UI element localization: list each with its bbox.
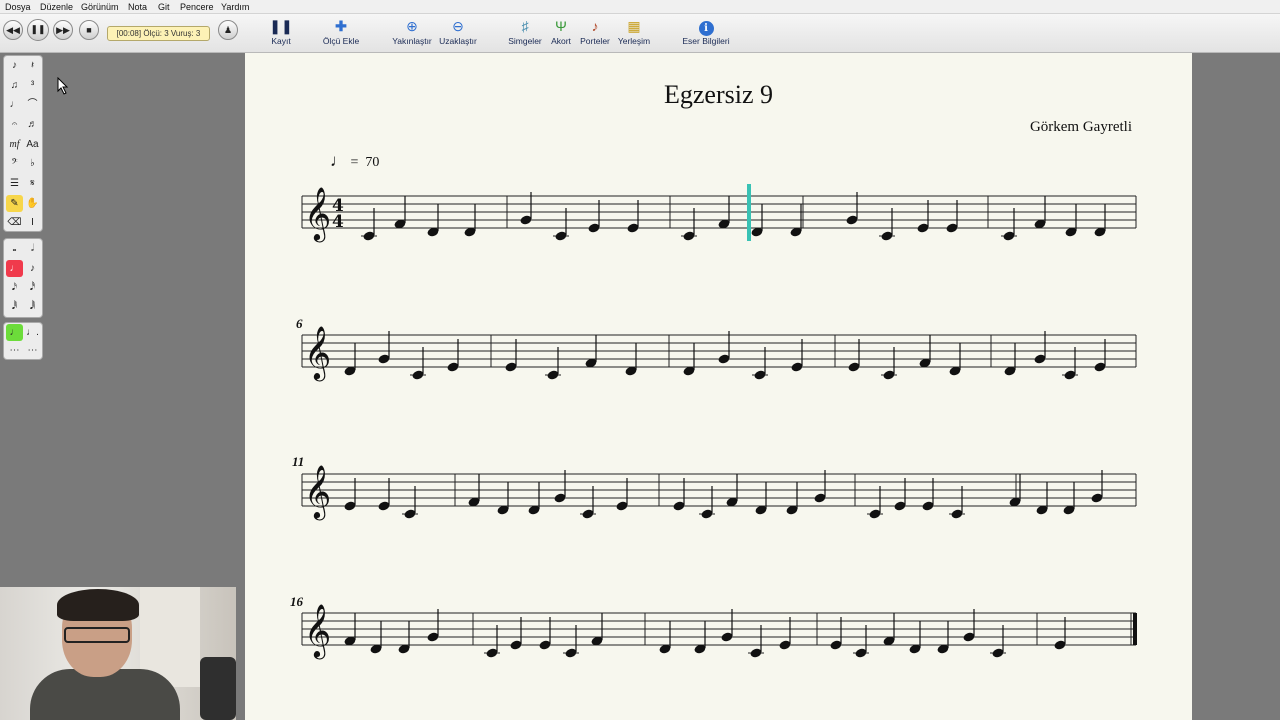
playhead-cursor [747,184,751,241]
akort-button[interactable]: Ψ Akort [548,18,574,46]
hand-tool-icon[interactable]: ✋ [24,195,41,212]
menu-dosya[interactable]: Dosya [5,2,31,12]
playback-counter: [00:08] Ölçü: 3 Vuruş: 3 [107,26,210,41]
rest-icon[interactable]: 𝄽 [24,57,41,74]
final-barline-thick [1133,613,1137,645]
record-icon: ❚❚ [269,18,293,34]
clef-icon[interactable]: 𝄢 [6,155,23,172]
treble-clef-icon: 𝄞 [304,464,331,520]
beamed-notes-icon[interactable]: ♫ [6,77,23,94]
eighth-note-icon[interactable]: ♪ [6,57,23,74]
zoom-in-button[interactable]: ⊕ Yakınlaştır [390,18,434,46]
fermata-icon[interactable]: 𝄐 [6,116,23,133]
yerlesim-button[interactable]: ▦ Yerleşim [616,18,652,46]
eraser-icon[interactable]: ⌫ [6,214,23,231]
olcu-ekle-button[interactable]: ✚ Ölçü Ekle [318,18,364,46]
menu-pencere[interactable]: Pencere [180,2,214,12]
triplet-dot-icon[interactable]: ⋯ [6,342,23,359]
sixteenth-note-icon[interactable]: 𝅘𝅥𝅯 [6,279,23,296]
symbols-icon: ♯ [521,18,529,34]
dotted-note-icon[interactable]: ♩. [24,324,41,341]
toolbar: ◀◀ ❚❚ ▶▶ ■ [00:08] Ölçü: 3 Vuruş: 3 ♟ ❚❚… [0,14,1280,53]
violin-icon: ♪ [591,18,599,34]
menu-bar: Dosya Düzenle Görünüm Nota Git Pencere Y… [0,0,1280,14]
note-duration-palette: 𝅝 𝅗𝅥 ♩ ♪ 𝅘𝅥𝅯 𝅘𝅥𝅰 𝅘𝅥𝅱 𝅘𝅥𝅲 [3,238,43,318]
no-dot-icon[interactable]: ♩ [6,324,23,341]
chord-icon[interactable]: ♬ [24,116,41,133]
sixty-fourth-note-icon[interactable]: 𝅘𝅥𝅱 [6,298,23,315]
rewind-button[interactable]: ◀◀ [3,20,23,40]
menu-gorunum[interactable]: Görünüm [81,2,119,12]
kayit-button[interactable]: ❚❚ Kayıt [266,18,296,46]
tuning-fork-icon: Ψ [555,18,567,34]
text-cursor-icon[interactable]: I [24,214,41,231]
tool-palette: ♪ 𝄽 ♫ ³ ♩ ⌒ 𝄐 ♬ mf Aa 𝄢 ♭ ☰ 𝄋 ✎ ✋ ⌫ I [3,55,43,232]
triplet-icon[interactable]: ³ [24,77,41,94]
menu-duzenle[interactable]: Düzenle [40,2,73,12]
metronome-button[interactable]: ♟ [218,20,238,40]
selection-tool-icon[interactable]: ✎ [6,195,23,212]
menu-git[interactable]: Git [158,2,170,12]
plus-icon: ✚ [335,18,347,34]
eighth-duration-icon[interactable]: ♪ [24,260,41,277]
dynamics-icon[interactable]: mf [6,136,23,153]
text-icon[interactable]: Aa [24,136,41,153]
stop-button[interactable]: ■ [79,20,99,40]
thirty-second-note-icon[interactable]: 𝅘𝅥𝅰 [24,279,41,296]
half-note-icon[interactable]: 𝅗𝅥 [24,240,41,257]
double-dot-icon[interactable]: ⋯ [24,342,41,359]
layout-icon: ▦ [627,18,641,34]
zoom-out-button[interactable]: ⊖ Uzaklaştır [437,18,479,46]
simgeler-button[interactable]: ♯ Simgeler [506,18,544,46]
zoom-out-icon: ⊖ [452,18,464,34]
score-staves[interactable]: 𝄞 44𝄞𝄞𝄞 [245,53,1192,720]
webcam-overlay [0,587,236,720]
key-signature-icon[interactable]: ♭ [24,155,41,172]
menu-yardim[interactable]: Yardım [221,2,249,12]
time-signature-denominator: 4 [332,212,344,232]
treble-clef-icon: 𝄞 [304,325,331,381]
info-icon: i [680,18,732,36]
quarter-note-icon[interactable]: ♩ [6,260,23,277]
dot-palette: ♩ ♩. ⋯ ⋯ [3,322,43,360]
whole-note-icon[interactable]: 𝅝 [6,240,23,257]
hundred-twenty-eighth-note-icon[interactable]: 𝅘𝅥𝅲 [24,298,41,315]
treble-clef-icon: 𝄞 [304,603,331,659]
score-page: Egzersiz 9 Görkem Gayretli ♩ = 70 6 11 1… [245,53,1192,720]
mouse-cursor-icon [57,77,69,95]
tie-icon[interactable]: ⌒ [24,96,41,113]
grace-note-icon[interactable]: ♩ [6,96,23,113]
segno-icon[interactable]: 𝄋 [24,175,41,192]
eser-bilgileri-button[interactable]: i Eser Bilgileri [680,18,732,46]
porteler-button[interactable]: ♪ Porteler [578,18,612,46]
fast-forward-button[interactable]: ▶▶ [53,20,73,40]
pause-button[interactable]: ❚❚ [27,19,49,41]
menu-nota[interactable]: Nota [128,2,147,12]
zoom-in-icon: ⊕ [406,18,418,34]
treble-clef-icon: 𝄞 [304,186,331,242]
staff-icon[interactable]: ☰ [6,175,23,192]
